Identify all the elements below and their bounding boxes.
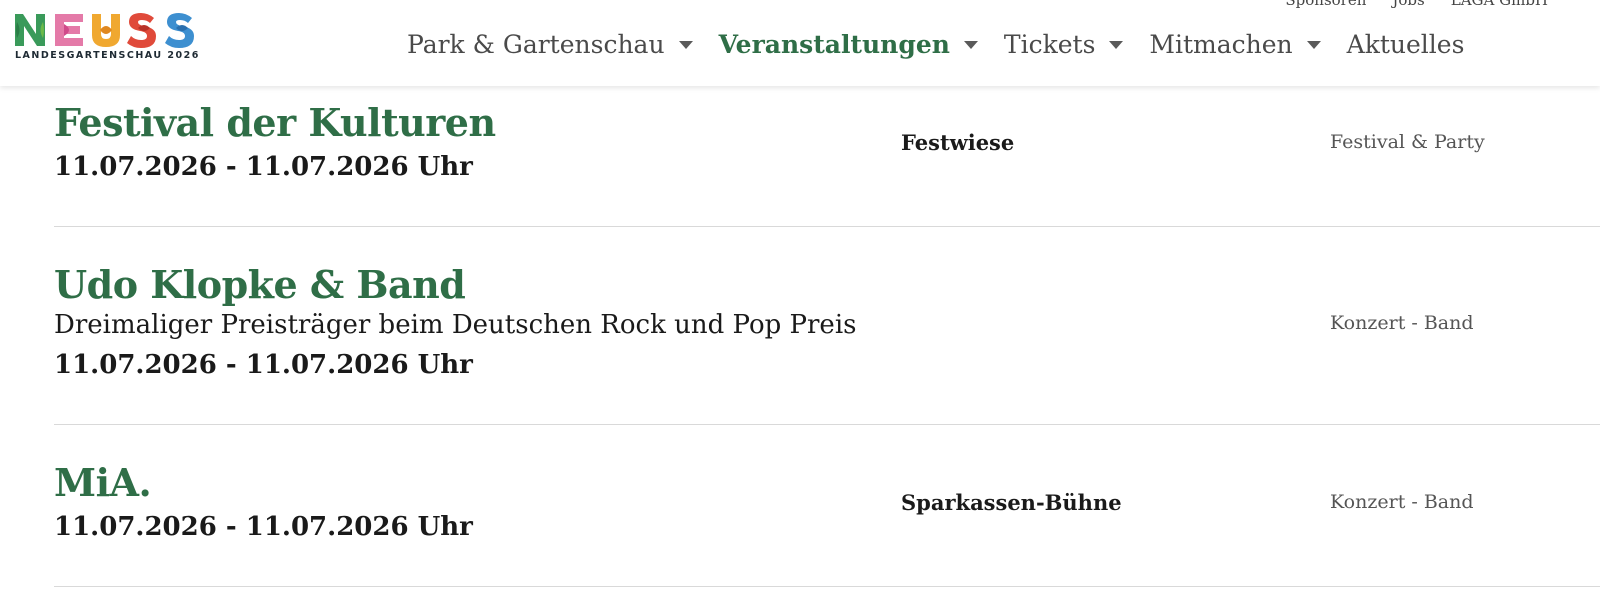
event-date: 11.07.2026 - 11.07.2026 Uhr [54,152,473,182]
event-subtitle: Dreimaliger Preisträger beim Deutschen R… [54,310,857,340]
caret-down-icon [678,40,693,49]
event-row[interactable]: Udo Klopke & Band Dreimaliger Preisträge… [54,226,1600,425]
event-category: Konzert - Band [1330,491,1474,513]
event-title[interactable]: MiA. [54,460,152,505]
event-date: 11.07.2026 - 11.07.2026 Uhr [54,512,473,542]
event-row[interactable]: MiA. 11.07.2026 - 11.07.2026 Uhr Sparkas… [54,424,1600,587]
logo-mark-icon [15,13,194,48]
nav-item-mitmachen[interactable]: Mitmachen [1149,30,1321,59]
nav-item-veranstaltungen[interactable]: Veranstaltungen [719,30,978,59]
event-location: Festwiese [901,130,1015,155]
main-nav: Park & Gartenschau Veranstaltungen Ticke… [407,30,1490,59]
caret-down-icon [1306,40,1321,49]
nav-item-tickets[interactable]: Tickets [1004,30,1124,59]
site-header: LANDESGARTENSCHAU 2026 Sponsoren Jobs LA… [0,0,1600,86]
caret-down-icon [963,40,978,49]
event-row[interactable]: Festival der Kulturen 11.07.2026 - 11.07… [54,86,1600,227]
event-location: Sparkassen-Bühne [901,490,1122,515]
event-category: Konzert - Band [1330,312,1474,334]
nav-item-label: Aktuelles [1346,30,1465,59]
nav-item-label: Tickets [1003,30,1096,59]
event-date: 11.07.2026 - 11.07.2026 Uhr [54,350,473,380]
event-category: Festival & Party [1330,131,1485,153]
event-title[interactable]: Udo Klopke & Band [54,262,466,307]
topbar-link-laga[interactable]: LAGA GmbH [1451,0,1548,9]
top-utility-nav: Sponsoren Jobs LAGA GmbH [1259,0,1548,9]
topbar-link-sponsoren[interactable]: Sponsoren [1285,0,1366,9]
nav-item-aktuelles[interactable]: Aktuelles [1347,30,1465,59]
nav-item-park[interactable]: Park & Gartenschau [407,30,693,59]
nav-item-label: Veranstaltungen [718,30,950,59]
caret-down-icon [1109,40,1124,49]
topbar-link-jobs[interactable]: Jobs [1392,0,1424,9]
logo-subtitle: LANDESGARTENSCHAU 2026 [15,50,200,61]
nav-item-label: Park & Gartenschau [407,30,665,59]
event-title[interactable]: Festival der Kulturen [54,100,496,145]
nav-item-label: Mitmachen [1149,30,1293,59]
